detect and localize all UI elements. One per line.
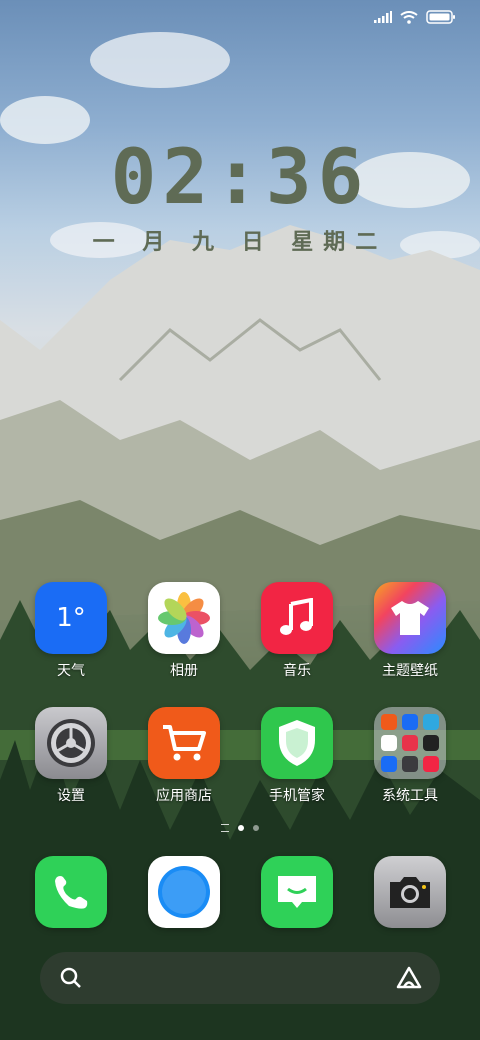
mini-app-icon [423, 756, 439, 772]
app-label: 应用商店 [156, 788, 212, 804]
gear-glyph [47, 719, 95, 767]
app-label: 手机管家 [269, 788, 325, 804]
status-bar [374, 10, 456, 24]
mini-app-icon [402, 735, 418, 751]
camera-icon[interactable] [374, 856, 446, 928]
cellular-signal-icon [374, 11, 392, 23]
messages-icon[interactable] [261, 856, 333, 928]
app-system-tools-folder[interactable]: 系统工具 [360, 707, 460, 805]
photos-flower-glyph [158, 592, 210, 644]
app-label: 系统工具 [382, 788, 438, 804]
mini-app-icon [381, 756, 397, 772]
app-label: 音乐 [283, 663, 311, 679]
weather-temperature: 1° [56, 603, 86, 633]
wifi-icon [400, 10, 418, 24]
dock-phone[interactable] [21, 856, 121, 928]
mini-app-icon [381, 714, 397, 730]
app-settings[interactable]: 设置 [21, 707, 121, 805]
compass-glyph [158, 866, 210, 918]
cart-glyph [163, 725, 206, 761]
settings-icon[interactable] [35, 707, 107, 779]
music-icon[interactable] [261, 582, 333, 654]
app-themes[interactable]: 主题壁纸 [360, 582, 460, 680]
app-label: 设置 [57, 788, 85, 804]
system-tools-folder-icon[interactable] [374, 707, 446, 779]
app-app-store[interactable]: 应用商店 [134, 707, 234, 805]
app-weather[interactable]: 1° 天气 [21, 582, 121, 680]
page-indicator[interactable] [0, 824, 480, 832]
app-label: 主题壁纸 [382, 663, 438, 679]
weather-icon[interactable]: 1° [35, 582, 107, 654]
dock-camera[interactable] [360, 856, 460, 928]
app-label: 天气 [57, 663, 85, 679]
app-photos[interactable]: 相册 [134, 582, 234, 680]
phone-icon[interactable] [35, 856, 107, 928]
photos-icon[interactable] [148, 582, 220, 654]
themes-icon[interactable] [374, 582, 446, 654]
security-icon[interactable] [261, 707, 333, 779]
mini-app-icon [381, 735, 397, 751]
app-store-icon[interactable] [148, 707, 220, 779]
lockscreen-date: 一 月 九 日 星期二 [92, 230, 388, 255]
lockscreen-clock: 02:36 [110, 132, 370, 221]
phone-handset-glyph [55, 876, 88, 909]
battery-icon [426, 10, 455, 24]
mini-app-icon [423, 735, 439, 751]
search-icon[interactable] [60, 967, 82, 989]
dock-browser[interactable] [134, 856, 234, 928]
app-security[interactable]: 手机管家 [247, 707, 347, 805]
app-music[interactable]: 音乐 [247, 582, 347, 680]
music-note-glyph [280, 598, 313, 635]
message-bubble-glyph [278, 876, 316, 908]
page-dot-active[interactable] [238, 825, 244, 831]
shield-glyph [279, 720, 315, 766]
search-bar[interactable] [40, 952, 440, 1004]
assistant-icon[interactable] [396, 966, 422, 990]
camera-glyph [390, 877, 430, 908]
folder-mini-icons [381, 714, 439, 772]
tshirt-glyph [391, 601, 429, 635]
dock-messages[interactable] [247, 856, 347, 928]
app-label: 相册 [170, 663, 198, 679]
mini-app-icon [402, 756, 418, 772]
mini-app-icon [402, 714, 418, 730]
browser-icon[interactable] [148, 856, 220, 928]
page-dot[interactable] [253, 825, 259, 831]
app-list-menu-icon[interactable] [221, 824, 229, 832]
mini-app-icon [423, 714, 439, 730]
